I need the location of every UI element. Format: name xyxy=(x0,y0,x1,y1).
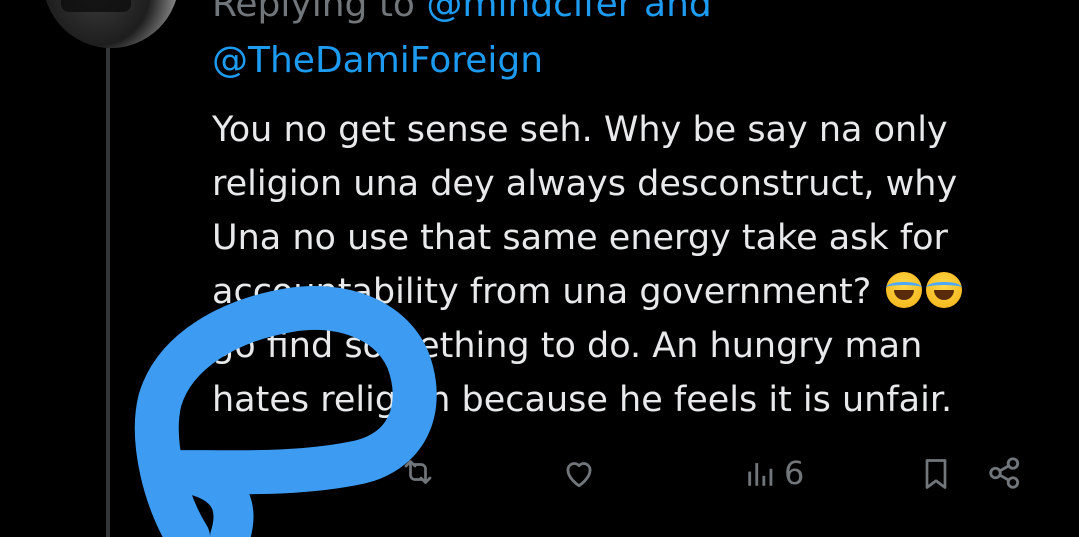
mention-link-thedamiforeign[interactable]: @TheDamiForeign xyxy=(212,36,543,86)
analytics-bars-icon xyxy=(748,463,773,486)
mention-link-mindcifer[interactable]: @mindcifer xyxy=(426,0,632,25)
tweet-line: You no get sense seh. Why be say na only xyxy=(212,110,948,150)
laughing-emoji-icon xyxy=(926,272,963,308)
heart-icon xyxy=(566,462,592,488)
views-button[interactable]: 6 xyxy=(744,454,804,492)
share-button[interactable] xyxy=(986,454,1024,492)
bookmark-icon xyxy=(925,459,947,489)
tweet-line: hates religion because he feels it is un… xyxy=(212,380,953,420)
tweet-line: go find something to do. An hungry man xyxy=(212,326,923,366)
laughing-emoji-icon xyxy=(886,272,923,308)
retweet-icon xyxy=(404,460,432,484)
reply-count: 1 xyxy=(252,454,273,492)
tweet-text: You no get sense seh. Why be say na only… xyxy=(212,103,1032,427)
reply-icon xyxy=(216,461,240,488)
reply-button[interactable]: 1 xyxy=(210,454,272,492)
like-button[interactable] xyxy=(560,454,598,492)
replying-to-header: Replying to @mindcifer and xyxy=(212,0,712,30)
bookmark-button[interactable] xyxy=(918,454,954,494)
avatar[interactable] xyxy=(43,0,179,48)
tweet-line-with-emoji: accountability from una government? xyxy=(212,265,1032,319)
tweet-line: Una no use that same energy take ask for xyxy=(212,218,948,258)
share-icon xyxy=(989,457,1020,489)
tweet-line: religion una dey always desconstruct, wh… xyxy=(212,164,958,204)
replying-and-label: and xyxy=(644,0,712,25)
tweet-action-bar: 1 6 xyxy=(0,452,1079,496)
tweet-line: accountability from una government? xyxy=(212,272,872,312)
views-count: 6 xyxy=(784,454,805,492)
replying-to-label: Replying to xyxy=(212,0,415,25)
retweet-button[interactable] xyxy=(400,454,436,490)
